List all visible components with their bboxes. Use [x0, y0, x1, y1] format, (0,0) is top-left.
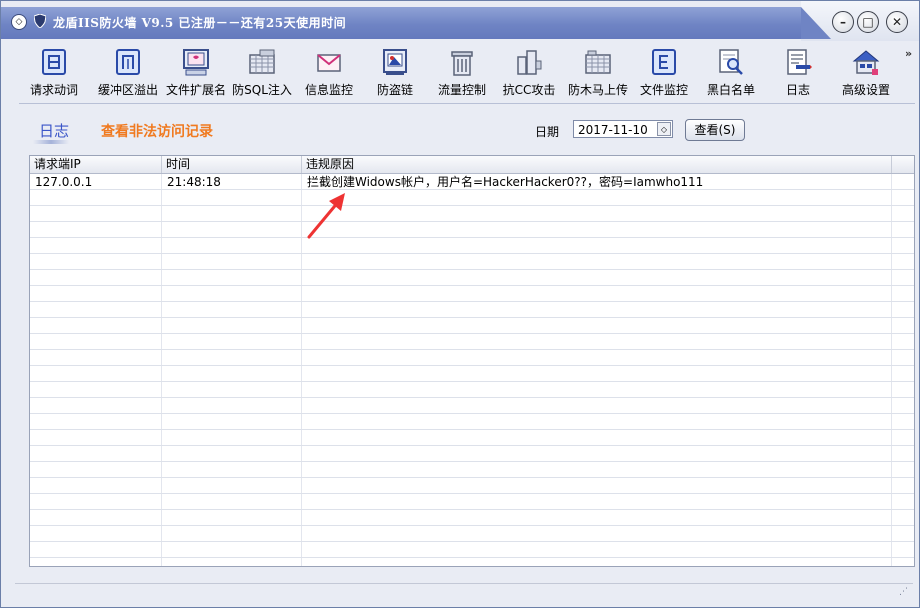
table-header: 请求端IP 时间 违规原因 — [30, 156, 914, 174]
date-picker[interactable]: 2017-11-10 ◇ — [573, 120, 673, 138]
toolbar-item-file-extension[interactable]: 文件扩展名 — [163, 45, 229, 101]
grid-icon — [249, 49, 275, 74]
column-header-reason[interactable]: 违规原因 — [302, 156, 892, 173]
table-cell: 127.0.0.1 — [35, 175, 93, 189]
date-spin-icon[interactable]: ◇ — [657, 122, 671, 136]
resize-grip-icon[interactable]: ⋰ — [899, 587, 908, 597]
maximize-button[interactable]: □ — [857, 11, 879, 33]
table-row[interactable] — [30, 238, 914, 254]
trash-icon — [451, 51, 473, 76]
maximize-icon: □ — [862, 15, 874, 29]
log-icon — [787, 49, 812, 75]
list-icon — [42, 49, 66, 75]
toolbar-more-button[interactable]: » — [905, 47, 912, 60]
table-row[interactable] — [30, 446, 914, 462]
magnify-doc-icon — [719, 49, 743, 75]
table-cell: 21:48:18 — [167, 175, 221, 189]
toolbar-item-traffic-control[interactable]: 流量控制 — [431, 45, 493, 101]
table-row[interactable] — [30, 302, 914, 318]
mail-icon — [317, 54, 341, 72]
table-row[interactable] — [30, 350, 914, 366]
table-row[interactable] — [30, 254, 914, 270]
table-cell: 拦截创建Widows帐户，用户名=HackerHacker0??，密码=Iamw… — [307, 175, 704, 189]
toolbar-label: 文件扩展名 — [165, 83, 226, 97]
column-header-filler — [892, 156, 914, 173]
table-row[interactable] — [30, 190, 914, 206]
table-row[interactable] — [30, 478, 914, 494]
minimize-button[interactable]: – — [832, 11, 854, 33]
towers-icon — [517, 50, 542, 75]
window-title: 龙盾IIS防火墙 V9.5 已注册－－还有25天使用时间 — [53, 16, 347, 30]
toolbar-label: 黑白名单 — [706, 83, 755, 97]
table-row[interactable] — [30, 414, 914, 430]
table-row[interactable] — [30, 494, 914, 510]
toolbar-label: 流量控制 — [437, 83, 486, 97]
query-button[interactable]: 查看(S) — [685, 119, 745, 141]
buffer-icon — [116, 49, 140, 75]
toolbar-item-anti-hotlink[interactable]: 防盗链 — [367, 45, 423, 101]
toolbar-label: 防SQL注入 — [232, 83, 292, 97]
system-menu-icon[interactable]: ◇ — [11, 14, 27, 30]
table-row[interactable] — [30, 206, 914, 222]
table-row[interactable] — [30, 462, 914, 478]
toolbar-label: 请求动词 — [29, 83, 78, 97]
toolbar-item-advanced-settings[interactable]: 高级设置 — [835, 45, 897, 101]
table-body: 127.0.0.1 21:48:18 拦截创建Widows帐户，用户名=Hacker… — [30, 174, 914, 566]
log-table[interactable]: 请求端IP 时间 违规原因 127.0.0.1 21:48:18 拦截创建Widow… — [29, 155, 915, 567]
toolbar-label: 防木马上传 — [567, 83, 628, 97]
toolbar-item-anti-sql[interactable]: 防SQL注入 — [231, 45, 293, 101]
file-e-icon — [652, 49, 676, 75]
toolbar-label: 缓冲区溢出 — [97, 83, 158, 97]
date-label: 日期 — [535, 125, 560, 139]
house-icon — [852, 50, 880, 75]
table-row[interactable] — [30, 222, 914, 238]
table-row[interactable] — [30, 366, 914, 382]
toolbar-divider — [19, 103, 915, 104]
column-header-time[interactable]: 时间 — [162, 156, 302, 173]
toolbar-label: 高级设置 — [841, 83, 890, 97]
table-row[interactable] — [30, 334, 914, 350]
toolbar-item-log[interactable]: 日志 — [775, 45, 821, 101]
table-row[interactable] — [30, 510, 914, 526]
table-row[interactable] — [30, 382, 914, 398]
section-title: 日志 — [39, 122, 70, 140]
toolbar-label: 防盗链 — [376, 83, 413, 97]
table-row[interactable] — [30, 542, 914, 558]
toolbar-label: 日志 — [785, 83, 810, 97]
title-bar[interactable]: ◇ 龙盾IIS防火墙 V9.5 已注册－－还有25天使用时间 – □ ✕ — [1, 1, 919, 41]
toolbar-label: 信息监控 — [304, 83, 353, 97]
toolbar-item-file-monitor[interactable]: 文件监控 — [633, 45, 695, 101]
section-title-underline — [33, 140, 69, 144]
date-value: 2017-11-10 — [578, 123, 648, 137]
table-row[interactable] — [30, 270, 914, 286]
toolbar-item-anti-trojan-upload[interactable]: 防木马上传 — [563, 45, 633, 101]
toolbar: 请求动词 缓冲区溢出 文件扩展名 防SQL注入 信息监控 防盗链 流量控制 抗C… — [19, 45, 915, 101]
table-row[interactable] — [30, 286, 914, 302]
status-bar — [15, 583, 913, 602]
main-window: ◇ 龙盾IIS防火墙 V9.5 已注册－－还有25天使用时间 – □ ✕ 请求动… — [0, 0, 920, 608]
section-subtitle: 查看非法访问记录 — [101, 124, 213, 140]
table-row[interactable] — [30, 430, 914, 446]
toolbar-item-info-monitor[interactable]: 信息监控 — [297, 45, 361, 101]
monitor-icon — [183, 49, 209, 76]
minimize-icon: – — [840, 15, 846, 29]
table-row[interactable]: 127.0.0.1 21:48:18 拦截创建Widows帐户，用户名=Hacker… — [30, 174, 914, 190]
close-icon: ✕ — [891, 15, 903, 29]
table-row[interactable] — [30, 398, 914, 414]
folder-grid-icon — [585, 50, 611, 74]
toolbar-item-black-white-list[interactable]: 黑白名单 — [699, 45, 763, 101]
close-button[interactable]: ✕ — [886, 11, 908, 33]
toolbar-item-anti-cc[interactable]: 抗CC攻击 — [497, 45, 561, 101]
toolbar-label: 抗CC攻击 — [502, 83, 556, 97]
table-row[interactable] — [30, 526, 914, 542]
toolbar-label: 文件监控 — [639, 83, 688, 97]
table-row[interactable] — [30, 318, 914, 334]
toolbar-item-buffer-overflow[interactable]: 缓冲区溢出 — [93, 45, 163, 101]
toolbar-item-request-verb[interactable]: 请求动词 — [19, 45, 89, 101]
column-header-ip[interactable]: 请求端IP — [30, 156, 162, 173]
shield-icon — [34, 14, 46, 28]
annotation-arrow-icon — [307, 193, 345, 239]
picture-icon — [383, 49, 407, 75]
